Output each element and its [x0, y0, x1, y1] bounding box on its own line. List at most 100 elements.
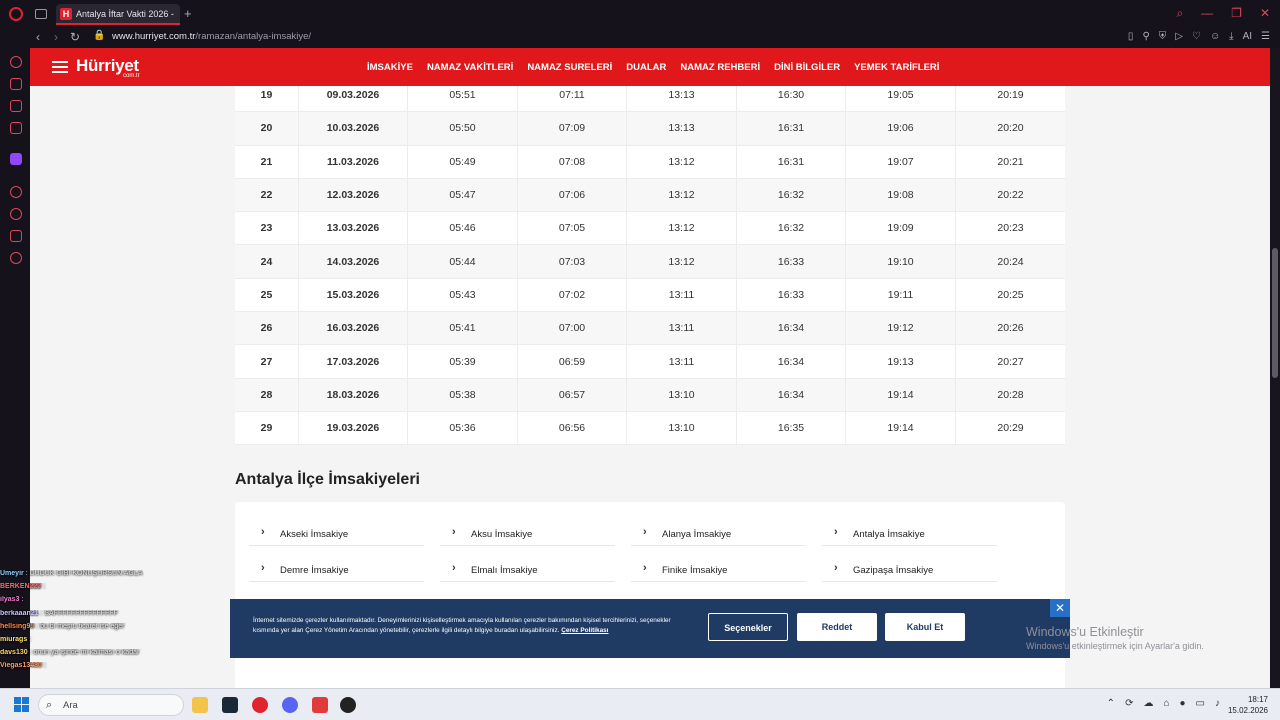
- discord-icon[interactable]: [282, 697, 298, 713]
- table-cell: 28: [235, 378, 299, 411]
- github-icon[interactable]: [340, 697, 356, 713]
- table-cell: 19:07: [846, 145, 956, 178]
- download-icon[interactable]: ⤓: [1229, 31, 1233, 42]
- steam-icon[interactable]: [222, 697, 238, 713]
- table-cell: 13:12: [627, 145, 737, 178]
- messenger-icon[interactable]: [10, 100, 22, 112]
- cookie-options-button[interactable]: Seçenekler: [708, 613, 788, 641]
- extensions-icon[interactable]: [10, 230, 22, 242]
- chat-username[interactable]: Umeyir: [0, 570, 24, 577]
- network-icon[interactable]: ⌂: [1163, 698, 1169, 709]
- chat-username[interactable]: berkaaan21: [0, 610, 39, 617]
- chat-username[interactable]: miurags: [0, 636, 27, 643]
- hamburger-menu-icon[interactable]: [52, 61, 68, 73]
- chat-text: : DÜDÜK GİBİ KONUŞURSUN AĞLA: [25, 570, 143, 577]
- browser-tab-bar: H Antalya İftar Vakti 2026 - A + ⌕ — ❐ ✕: [0, 0, 1280, 28]
- table-cell: 13:12: [627, 212, 737, 245]
- table-cell: 20: [235, 112, 299, 145]
- cookie-policy-link[interactable]: Çerez Politikası: [561, 627, 608, 634]
- district-link-finike[interactable]: › Finike İmsakiye: [631, 546, 806, 582]
- twitch-icon[interactable]: [10, 153, 22, 165]
- chevron-up-icon[interactable]: ⌃: [1107, 698, 1115, 709]
- play-icon[interactable]: ▷: [1175, 31, 1183, 42]
- reload-button[interactable]: ↻: [70, 30, 80, 44]
- chevron-right-icon: ›: [643, 562, 647, 574]
- opera-taskbar-icon[interactable]: [252, 697, 268, 713]
- district-link-demre[interactable]: › Demre İmsakiye: [249, 546, 424, 582]
- district-link-aksu[interactable]: › Aksu İmsakiye: [440, 510, 615, 546]
- history-icon[interactable]: [10, 208, 22, 220]
- table-cell: 19:09: [846, 212, 956, 245]
- player-icon[interactable]: [10, 186, 22, 198]
- nav-dini-bilgiler[interactable]: DİNİ BİLGİLER: [774, 62, 840, 73]
- cloud-icon[interactable]: ☁: [1143, 698, 1153, 709]
- district-link-alanya[interactable]: › Alanya İmsakiye: [631, 510, 806, 546]
- opera-logo-icon[interactable]: [9, 7, 23, 21]
- tab-switcher-icon[interactable]: [35, 9, 47, 19]
- chat-username[interactable]: BERKEN222: [0, 583, 41, 590]
- ai-button[interactable]: AI: [1243, 31, 1252, 42]
- forward-button[interactable]: ›: [54, 30, 58, 44]
- nav-dualar[interactable]: DUALAR: [626, 62, 666, 73]
- microphone-icon[interactable]: ●: [1180, 698, 1186, 709]
- chat-username[interactable]: ilyas3: [0, 596, 19, 603]
- scrollbar-thumb[interactable]: [1272, 248, 1278, 378]
- district-link-elmali[interactable]: › Elmalı İmsakiye: [440, 546, 615, 582]
- back-button[interactable]: ‹: [36, 30, 40, 44]
- maximize-button[interactable]: ❐: [1231, 6, 1242, 21]
- browser-tab[interactable]: H Antalya İftar Vakti 2026 - A: [56, 4, 180, 25]
- table-cell: 13:12: [627, 178, 737, 212]
- chat-username[interactable]: davs130: [0, 649, 28, 656]
- chat-username[interactable]: Viegas13480: [0, 662, 42, 669]
- chat-text: : SAFFFFFFFFFFFFFFF: [40, 609, 118, 617]
- nav-yemek-tarifleri[interactable]: YEMEK TARİFLERİ: [854, 62, 939, 73]
- instagram-icon[interactable]: [10, 122, 22, 134]
- shield-icon[interactable]: ⛨: [1159, 31, 1167, 42]
- pin-icon[interactable]: ⚲: [1142, 31, 1149, 42]
- url-field[interactable]: www.hurriyet.com.tr/ramazan/antalya-imsa…: [112, 31, 311, 42]
- taskbar-search[interactable]: ⌕ Ara: [38, 694, 184, 716]
- nav-namaz-vakitleri[interactable]: NAMAZ VAKİTLERİ: [427, 62, 513, 73]
- nav-namaz-sureleri[interactable]: NAMAZ SURELERİ: [527, 62, 612, 73]
- chevron-right-icon: ›: [261, 562, 265, 574]
- reader-icon[interactable]: ▯: [1128, 31, 1134, 42]
- settings-icon[interactable]: [10, 252, 22, 264]
- district-link-antalya[interactable]: › Antalya İmsakiye: [822, 510, 997, 546]
- district-link-gazipasa[interactable]: › Gazipaşa İmsakiye: [822, 546, 997, 582]
- page-scrollbar[interactable]: [1270, 48, 1280, 688]
- sync-icon[interactable]: ⟳: [1125, 698, 1133, 709]
- nav-namaz-rehberi[interactable]: NAMAZ REHBERİ: [680, 62, 760, 73]
- table-cell: 19:11: [846, 278, 956, 312]
- profile-icon[interactable]: ☺: [1210, 31, 1220, 42]
- heart-icon[interactable]: ♡: [1192, 31, 1201, 42]
- minimize-button[interactable]: —: [1201, 6, 1213, 21]
- start-button[interactable]: [14, 697, 29, 712]
- aria-icon[interactable]: [10, 56, 22, 68]
- cookie-reject-button[interactable]: Reddet: [797, 613, 877, 641]
- cookie-close-button[interactable]: ✕: [1050, 599, 1070, 617]
- table-row: 27 17.03.2026 05:39 06:59 13:11 16:34 19:13 20:…: [235, 345, 1065, 379]
- clock-time: 18:17: [1247, 695, 1268, 704]
- table-cell: 16:31: [737, 112, 846, 145]
- file-explorer-icon[interactable]: [192, 697, 208, 713]
- search-tabs-icon[interactable]: ⌕: [1176, 6, 1183, 21]
- new-tab-button[interactable]: +: [184, 6, 192, 21]
- district-label: Finike İmsakiye: [662, 565, 728, 576]
- table-cell: 07:06: [518, 178, 627, 212]
- table-row: 28 18.03.2026 05:38 06:57 13:10 16:34 19:14 20:…: [235, 378, 1065, 412]
- chat-message: Viegas13480 :: [0, 662, 190, 675]
- taskbar-clock[interactable]: 18:17 15.02.2026: [1228, 694, 1268, 716]
- nav-imsakiye[interactable]: İMSAKİYE: [367, 62, 413, 73]
- district-link-akseki[interactable]: › Akseki İmsakiye: [249, 510, 424, 546]
- flash-app-icon[interactable]: [312, 697, 328, 713]
- volume-icon[interactable]: ♪: [1215, 698, 1220, 709]
- chat-username[interactable]: hellsing95: [0, 623, 34, 630]
- menu-icon[interactable]: ☰: [1261, 31, 1270, 42]
- table-cell: 16:34: [737, 345, 846, 378]
- monitor-icon[interactable]: ▭: [1196, 698, 1205, 709]
- table-cell: 05:43: [408, 278, 518, 312]
- close-window-button[interactable]: ✕: [1260, 6, 1270, 21]
- cookie-accept-button[interactable]: Kabul Et: [885, 613, 965, 641]
- table-cell: 19:08: [846, 178, 956, 212]
- crypto-wallet-icon[interactable]: [10, 78, 22, 90]
